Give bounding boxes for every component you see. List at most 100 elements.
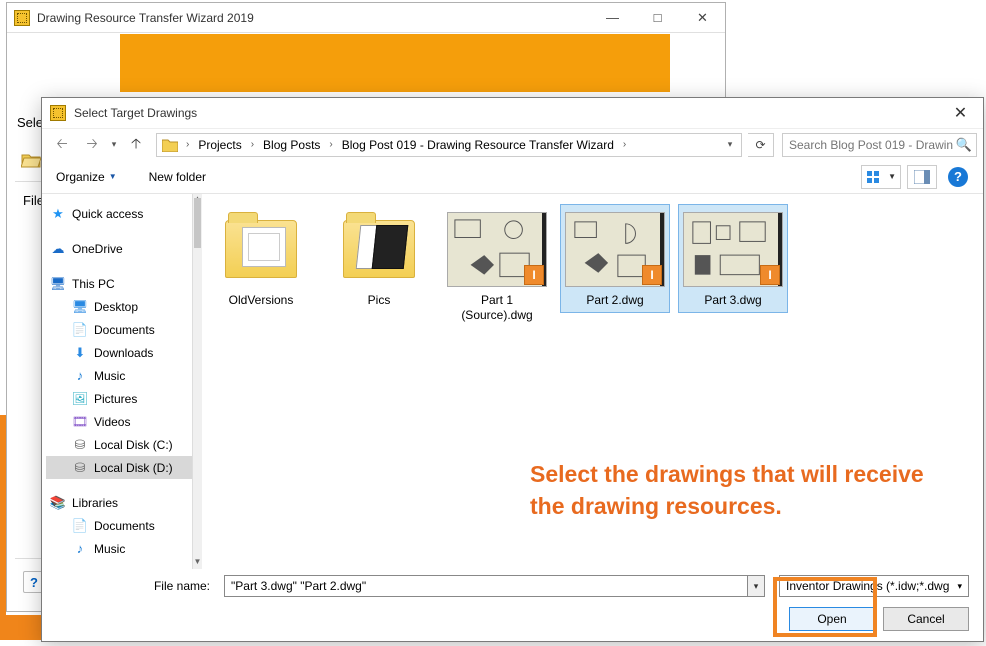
picture-icon: 🖼 — [72, 391, 88, 407]
refresh-button[interactable]: ⟳ — [748, 133, 774, 157]
tree-pictures[interactable]: 🖼 Pictures — [46, 387, 192, 410]
file-item-folder[interactable]: Pics — [324, 204, 434, 313]
address-dropdown-button[interactable]: ▾ — [719, 134, 741, 156]
tree-label: Libraries — [72, 496, 118, 510]
file-item-folder[interactable]: OldVersions — [206, 204, 316, 313]
filename-label: File name: — [56, 579, 216, 593]
file-item-dwg[interactable]: I Part 3.dwg — [678, 204, 788, 313]
tree-this-pc[interactable]: 🖥 This PC — [46, 272, 192, 295]
file-item-dwg[interactable]: I Part 2.dwg — [560, 204, 670, 313]
file-item-dwg[interactable]: I Part 1 (Source).dwg — [442, 204, 552, 328]
breadcrumb-segment[interactable]: Blog Posts — [257, 134, 326, 156]
filename-input[interactable] — [224, 575, 747, 597]
chevron-down-icon[interactable]: ▾ — [747, 575, 765, 597]
search-icon[interactable]: 🔍 — [956, 137, 972, 153]
maximize-button[interactable]: □ — [635, 3, 680, 32]
chevron-right-icon[interactable]: › — [620, 139, 629, 150]
tree-disk-c[interactable]: ⛁Local Disk (C:) — [46, 433, 192, 456]
breadcrumb-segment[interactable]: Blog Post 019 - Drawing Resource Transfe… — [336, 134, 620, 156]
forward-button[interactable]: 🡢 — [78, 132, 106, 158]
tree-label: This PC — [72, 277, 115, 291]
music-icon: ♪ — [72, 368, 88, 384]
help-icon: ? — [948, 167, 968, 187]
tree-label: Documents — [94, 323, 155, 337]
inventor-badge-icon: I — [760, 265, 780, 285]
file-label: Part 3.dwg — [704, 293, 761, 308]
tree-label: Downloads — [94, 346, 153, 360]
cancel-button[interactable]: Cancel — [883, 607, 969, 631]
tree-label: Music — [94, 369, 125, 383]
annotation-text: Select the drawings that will receive th… — [530, 458, 950, 522]
chevron-right-icon[interactable]: › — [248, 139, 257, 150]
search-input[interactable] — [787, 137, 956, 153]
file-type-filter[interactable]: Inventor Drawings (*.idw;*.dwg ▾ — [779, 575, 969, 597]
parent-titlebar: Drawing Resource Transfer Wizard 2019 — … — [7, 3, 725, 33]
preview-pane-button[interactable] — [907, 165, 937, 189]
file-label: Part 2.dwg — [586, 293, 643, 308]
scroll-thumb[interactable] — [194, 198, 201, 248]
tree-downloads[interactable]: ⬇ Downloads — [46, 341, 192, 364]
navigation-tree[interactable]: ★ Quick access ☁OneDrive 🖥 This PC 🖥Deskto… — [42, 194, 192, 569]
close-button[interactable]: ✕ — [680, 3, 725, 32]
decoration — [0, 415, 6, 615]
chevron-right-icon[interactable]: › — [326, 139, 335, 150]
chevron-right-icon[interactable]: › — [183, 139, 192, 150]
recent-locations-button[interactable]: ▾ — [108, 132, 120, 158]
view-options-button[interactable]: ▼ — [861, 165, 901, 189]
disk-icon: ⛁ — [72, 437, 88, 453]
tree-lib-documents[interactable]: 📄 Documents — [46, 514, 192, 537]
new-folder-button[interactable]: New folder — [145, 166, 210, 188]
dwg-thumbnail: I — [447, 212, 547, 287]
star-icon: ★ — [50, 206, 66, 222]
app-icon — [14, 10, 30, 26]
document-icon: 📄 — [72, 518, 88, 534]
tree-scrollbar[interactable]: ▲ ▼ — [192, 194, 202, 569]
organize-label: Organize — [56, 170, 105, 184]
close-button[interactable]: ✕ — [938, 98, 983, 128]
parent-left-label: Sele — [17, 115, 43, 130]
tree-label: Music — [94, 542, 125, 556]
filename-combo[interactable]: ▾ — [224, 575, 765, 597]
scroll-down-icon[interactable]: ▼ — [193, 557, 202, 569]
minimize-button[interactable]: — — [590, 3, 635, 32]
music-icon: ♪ — [72, 541, 88, 557]
tree-desktop[interactable]: 🖥Desktop — [46, 295, 192, 318]
search-box[interactable]: 🔍 — [782, 133, 977, 157]
tree-music[interactable]: ♪ Music — [46, 364, 192, 387]
address-bar[interactable]: › Projects › Blog Posts › Blog Post 019 … — [156, 133, 742, 157]
tree-videos[interactable]: 🎞Videos — [46, 410, 192, 433]
open-folder-icon[interactable] — [21, 151, 41, 169]
folder-icon — [160, 135, 180, 155]
open-button[interactable]: Open — [789, 607, 875, 631]
back-button[interactable]: 🡠 — [48, 132, 76, 158]
up-button[interactable]: 🡡 — [122, 132, 150, 158]
tree-label: Pictures — [94, 392, 137, 406]
banner — [120, 34, 670, 92]
inventor-badge-icon: I — [642, 265, 662, 285]
help-button[interactable]: ? — [943, 165, 973, 189]
parent-window-title: Drawing Resource Transfer Wizard 2019 — [37, 11, 590, 25]
tree-documents[interactable]: 📄Documents — [46, 318, 192, 341]
organize-menu[interactable]: Organize▼ — [52, 166, 121, 188]
tree-onedrive[interactable]: ☁OneDrive — [46, 237, 192, 260]
file-label: Part 1 (Source).dwg — [445, 293, 549, 323]
tree-libraries[interactable]: 📚Libraries — [46, 491, 192, 514]
dwg-thumbnail: I — [683, 212, 783, 287]
pc-icon: 🖥 — [50, 276, 66, 292]
filter-label: Inventor Drawings (*.idw;*.dwg — [786, 579, 949, 593]
download-icon: ⬇ — [72, 345, 88, 361]
breadcrumb-segment[interactable]: Projects — [192, 134, 247, 156]
tree-label: Local Disk (D:) — [94, 461, 173, 475]
file-dialog: Select Target Drawings ✕ 🡠 🡢 ▾ 🡡 › Proje… — [41, 97, 984, 642]
tree-label: Desktop — [94, 300, 138, 314]
file-label: OldVersions — [229, 293, 294, 308]
dialog-titlebar: Select Target Drawings ✕ — [42, 98, 983, 128]
tree-label: Quick access — [72, 207, 143, 221]
tree-lib-music[interactable]: ♪ Music — [46, 537, 192, 560]
tree-label: Documents — [94, 519, 155, 533]
tree-quick-access[interactable]: ★ Quick access — [46, 202, 192, 225]
tree-disk-d[interactable]: ⛁Local Disk (D:) — [46, 456, 192, 479]
dwg-thumbnail: I — [565, 212, 665, 287]
decoration — [0, 615, 45, 640]
app-icon — [50, 105, 66, 121]
